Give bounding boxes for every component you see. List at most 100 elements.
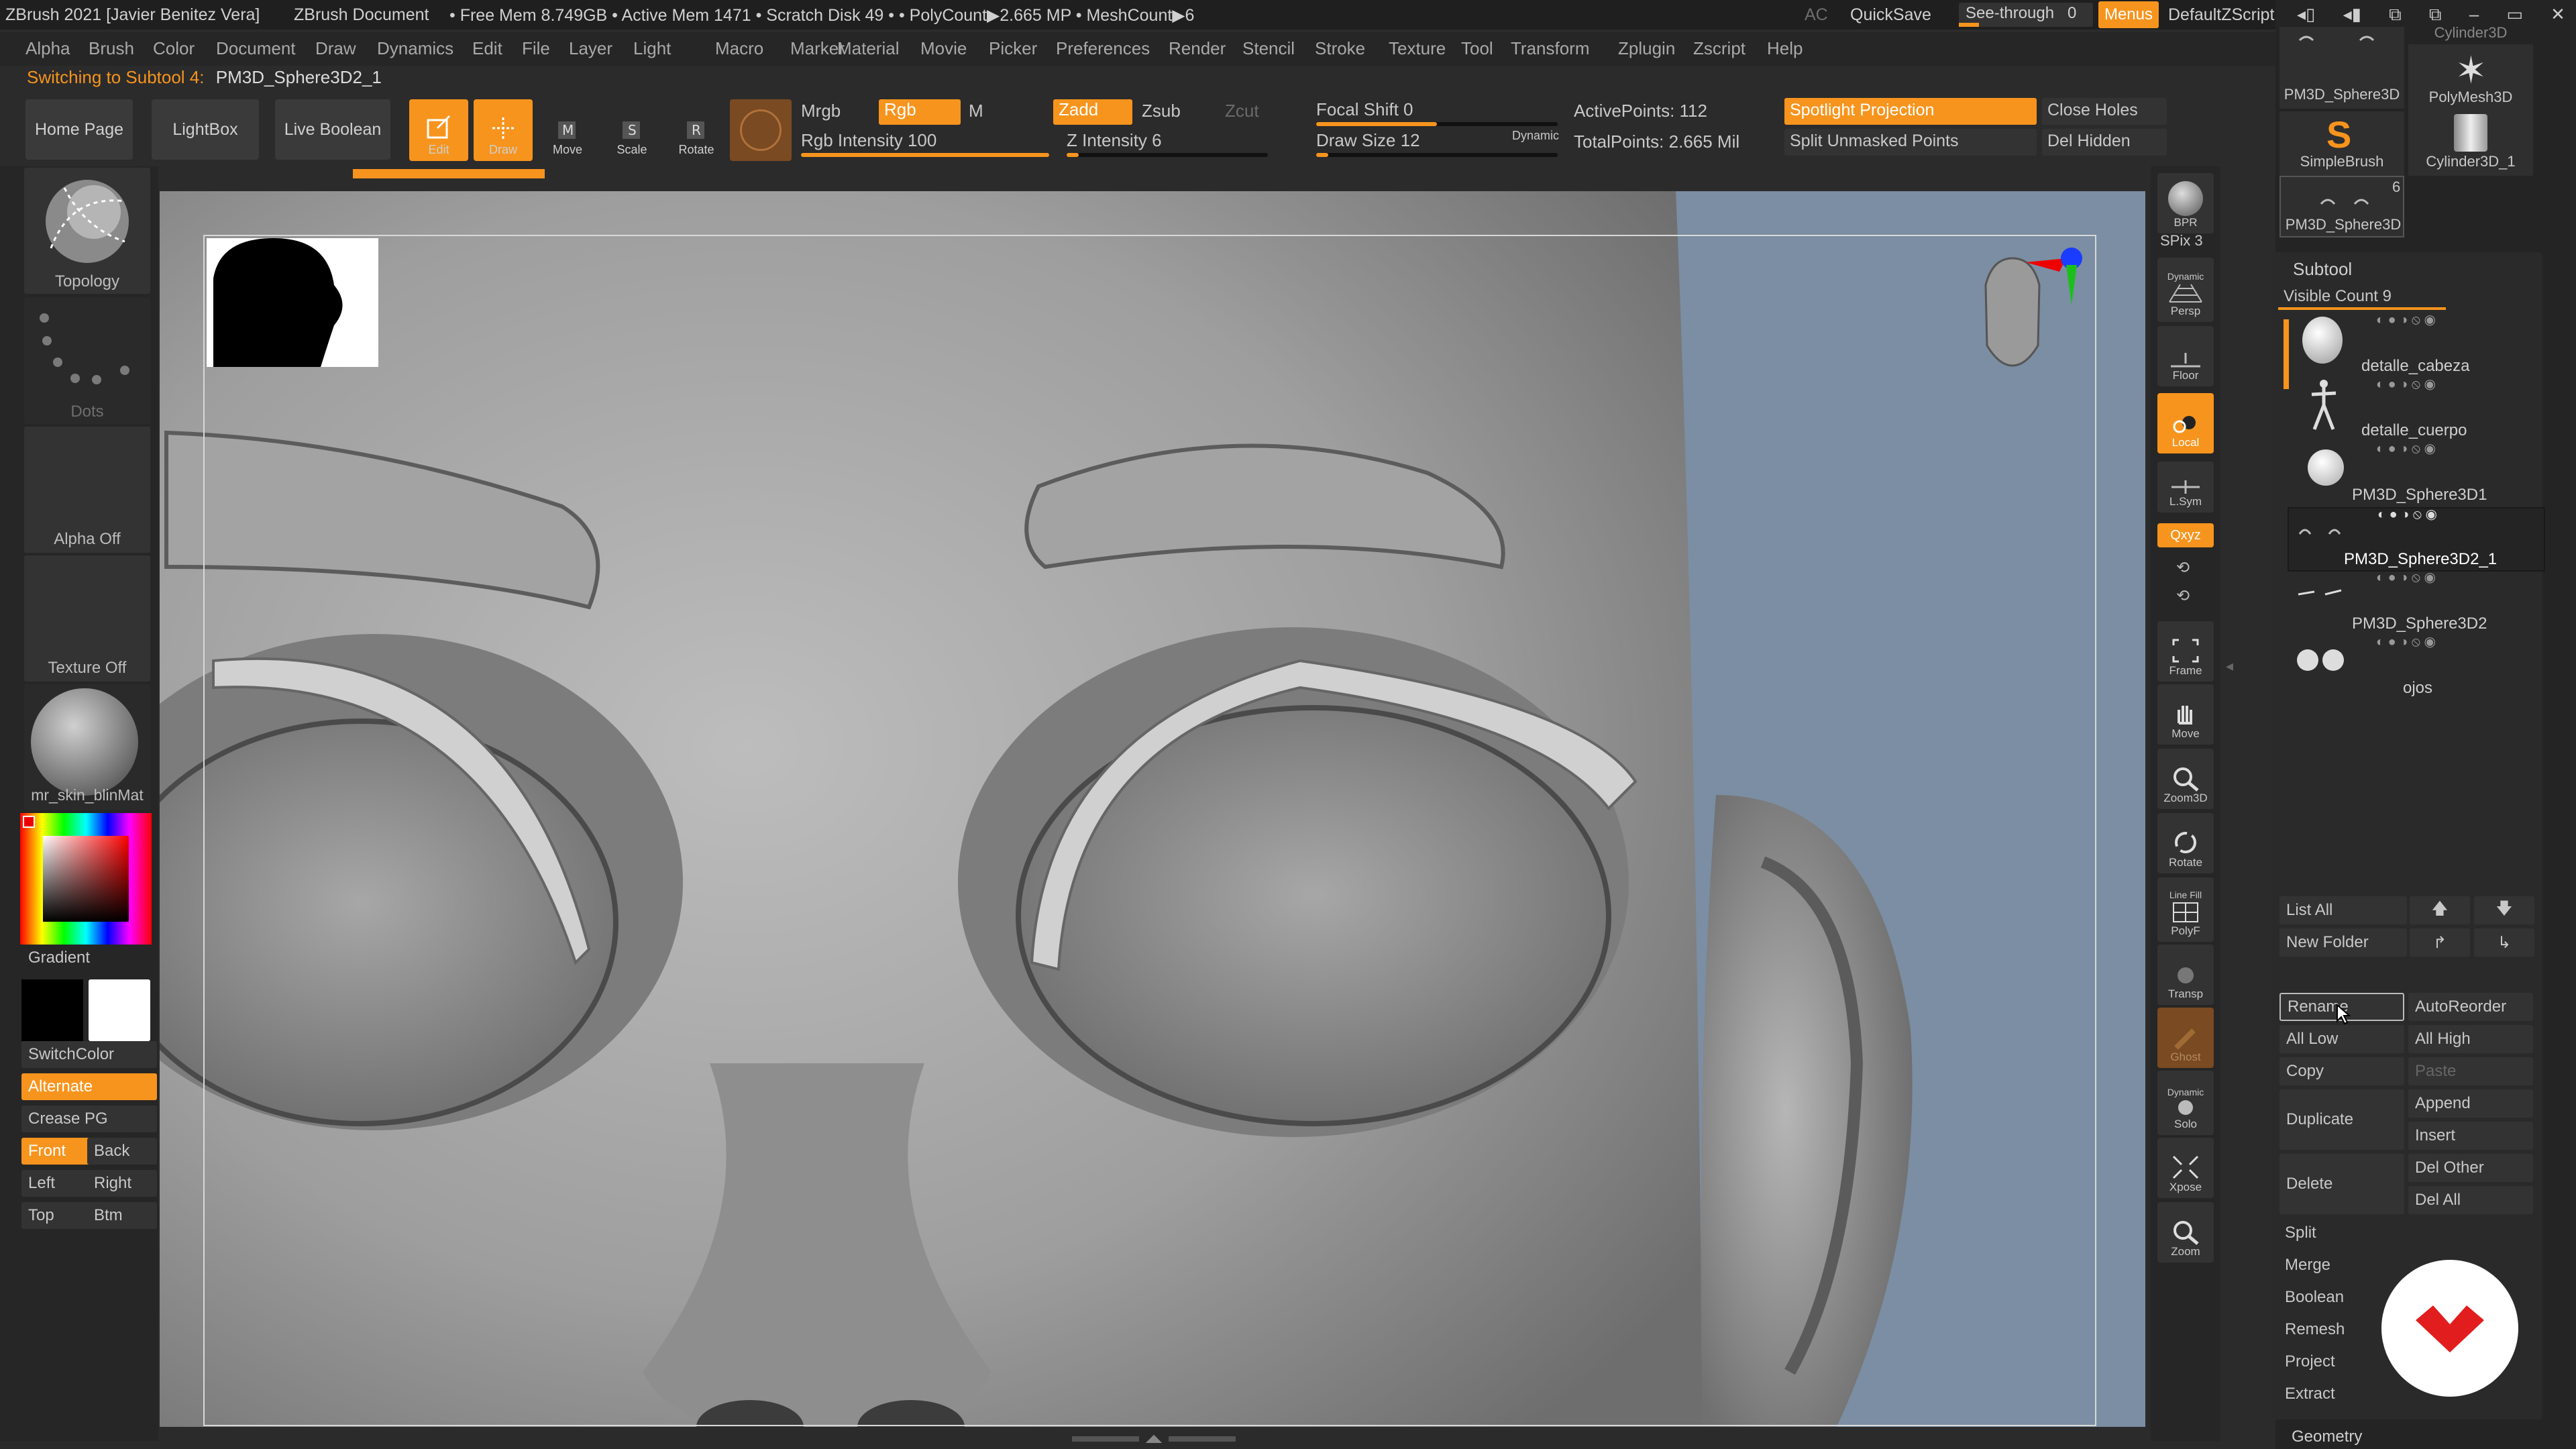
menu-item-file[interactable]: File — [522, 38, 550, 59]
canvas-scroll-handle[interactable]: ◢◣ — [1067, 1434, 1241, 1444]
layout-icon-2[interactable]: ◂▮ — [2343, 4, 2361, 25]
palette-icon[interactable]: ⧉ — [2429, 4, 2442, 25]
menu-item-alpha[interactable]: Alpha — [25, 38, 70, 59]
rgb-intensity-slider[interactable] — [801, 153, 1049, 157]
scale-button[interactable]: S Scale — [602, 99, 661, 161]
draw-size-slider[interactable] — [1316, 153, 1558, 157]
front-button[interactable]: Front — [21, 1138, 91, 1165]
copy-button[interactable]: Copy — [2279, 1057, 2404, 1085]
spotlight-projection-button[interactable]: Spotlight Projection — [1784, 98, 2037, 125]
crease-pg-button[interactable]: Crease PG — [21, 1106, 157, 1132]
layout-icon-1[interactable]: ◂▯ — [2297, 4, 2315, 25]
floor-button[interactable]: Floor — [2157, 326, 2214, 386]
persp-button[interactable]: Dynamic Persp — [2157, 258, 2214, 322]
append-button[interactable]: Append — [2408, 1089, 2533, 1118]
move-down-button[interactable]: 🡇 — [2474, 896, 2534, 924]
zcut-button[interactable]: Zcut — [1225, 101, 1259, 121]
remesh-section[interactable]: Remesh — [2285, 1320, 2345, 1339]
xpose-button[interactable]: Xpose — [2157, 1138, 2214, 1198]
extract-section[interactable]: Extract — [2285, 1385, 2335, 1403]
frame-button[interactable]: Frame — [2157, 621, 2214, 682]
folder-move-button[interactable]: ↱ — [2410, 928, 2470, 957]
rotate-button[interactable]: R Rotate — [667, 99, 726, 161]
lightbox-button[interactable]: LightBox — [152, 99, 259, 160]
left-button[interactable]: Left — [21, 1170, 91, 1197]
tool-thumb-cylinder[interactable]: Cylinder3D_1 — [2408, 111, 2533, 176]
rotation-axis-icons[interactable]: ⟲ ⟲ — [2176, 554, 2190, 610]
right-tray-toggle[interactable]: ◂ — [2226, 657, 2238, 792]
menu-item-render[interactable]: Render — [1169, 38, 1226, 59]
right-button[interactable]: Right — [87, 1170, 157, 1197]
menu-item-document[interactable]: Document — [216, 38, 296, 59]
quicksave-button[interactable]: QuickSave — [1850, 5, 1931, 25]
tool-thumb-pm3d[interactable]: PM3D_Sphere3D — [2279, 27, 2404, 109]
spix-label[interactable]: SPix 3 — [2160, 232, 2203, 250]
subtool-row[interactable]: ◐ ● ◑ ⦸ ◉ detalle_cabeza — [2288, 313, 2542, 376]
visible-count-slider[interactable]: Visible Count 9 — [2278, 284, 2533, 310]
menu-item-stroke[interactable]: Stroke — [1315, 38, 1365, 59]
menu-item-texture[interactable]: Texture — [1389, 38, 1446, 59]
menu-item-dynamics[interactable]: Dynamics — [377, 38, 453, 59]
top-button[interactable]: Top — [21, 1202, 91, 1229]
subtool-toggle-icons[interactable]: ◐ ● ◑ ⦸ ◉ — [2376, 569, 2436, 586]
subtool-toggle-icons[interactable]: ◐ ● ◑ ⦸ ◉ — [2376, 376, 2436, 392]
all-high-button[interactable]: All High — [2408, 1025, 2533, 1053]
subtool-row[interactable]: ◐ ● ◑ ⦸ ◉ PM3D_Sphere3D1 — [2288, 441, 2542, 504]
secondary-color-swatch[interactable] — [89, 979, 150, 1041]
default-zscript[interactable]: DefaultZScript — [2168, 5, 2274, 25]
mrgb-button[interactable]: Mrgb — [801, 101, 841, 121]
folder-out-button[interactable]: ↳ — [2474, 928, 2534, 957]
menu-item-brush[interactable]: Brush — [89, 38, 134, 59]
edit-button[interactable]: Edit — [409, 99, 468, 161]
del-all-button[interactable]: Del All — [2408, 1186, 2533, 1214]
insert-button[interactable]: Insert — [2408, 1122, 2533, 1150]
subtool-row[interactable]: ◐ ● ◑ ⦸ ◉ ojos — [2288, 635, 2542, 698]
transp-button[interactable]: Transp — [2157, 945, 2214, 1005]
primary-color-swatch[interactable] — [21, 979, 83, 1041]
rotate-view-button[interactable]: Rotate — [2157, 813, 2214, 873]
tool-thumb-simplebrush[interactable]: S SimpleBrush — [2279, 111, 2404, 176]
ac-label[interactable]: AC — [1805, 5, 1828, 25]
close-holes-button[interactable]: Close Holes — [2042, 98, 2167, 125]
geometry-section[interactable]: Geometry — [2292, 1428, 2362, 1446]
boolean-section[interactable]: Boolean — [2285, 1288, 2344, 1307]
tool-thumb-polymesh[interactable]: ✶ PolyMesh3D — [2408, 44, 2533, 111]
live-boolean-button[interactable]: Live Boolean — [275, 99, 390, 160]
new-folder-button[interactable]: New Folder — [2279, 928, 2407, 957]
tool-thumb-current[interactable]: 6 PM3D_Sphere3D — [2279, 176, 2404, 237]
menu-item-layer[interactable]: Layer — [569, 38, 612, 59]
del-hidden-button[interactable]: Del Hidden — [2042, 129, 2167, 156]
menu-item-material[interactable]: Material — [837, 38, 899, 59]
menu-item-marker[interactable]: Marker — [790, 38, 845, 59]
minimize-icon[interactable]: – — [2469, 4, 2479, 25]
zsub-button[interactable]: Zsub — [1142, 101, 1181, 121]
zoom-button[interactable]: Zoom — [2157, 1202, 2214, 1263]
menu-item-light[interactable]: Light — [633, 38, 671, 59]
menu-item-draw[interactable]: Draw — [315, 38, 356, 59]
subtool-row-selected[interactable]: ◐ ● ◑ ⦸ ◉ PM3D_Sphere3D2_1 — [2288, 507, 2545, 572]
color-picker-ring[interactable] — [20, 813, 152, 945]
home-page-button[interactable]: Home Page — [25, 99, 133, 160]
btm-button[interactable]: Btm — [87, 1202, 157, 1229]
menu-item-transform[interactable]: Transform — [1511, 38, 1590, 59]
move-view-button[interactable]: Move — [2157, 684, 2214, 745]
rgb-button[interactable]: Rgb — [879, 99, 961, 125]
menu-item-preferences[interactable]: Preferences — [1056, 38, 1150, 59]
switchcolor-button[interactable]: SwitchColor — [21, 1041, 157, 1068]
move-button[interactable]: M Move — [538, 99, 597, 161]
m-button[interactable]: M — [969, 101, 983, 121]
autoreorder-button[interactable]: AutoReorder — [2408, 993, 2533, 1021]
xyz-button[interactable]: Qxyz — [2157, 523, 2214, 547]
close-icon[interactable]: ✕ — [2551, 4, 2565, 25]
menu-item-edit[interactable]: Edit — [472, 38, 502, 59]
bpr-button[interactable]: BPR — [2157, 173, 2214, 233]
local-button[interactable]: Local — [2157, 393, 2214, 453]
menus-button[interactable]: Menus — [2098, 1, 2159, 28]
del-other-button[interactable]: Del Other — [2408, 1154, 2533, 1182]
material-color-button[interactable] — [730, 99, 792, 161]
draw-button[interactable]: Draw — [474, 99, 533, 161]
menu-item-tool[interactable]: Tool — [1461, 38, 1493, 59]
list-all-button[interactable]: List All — [2279, 896, 2407, 924]
move-up-button[interactable]: 🡅 — [2410, 896, 2470, 924]
orientation-gizmo[interactable] — [1959, 231, 2093, 406]
